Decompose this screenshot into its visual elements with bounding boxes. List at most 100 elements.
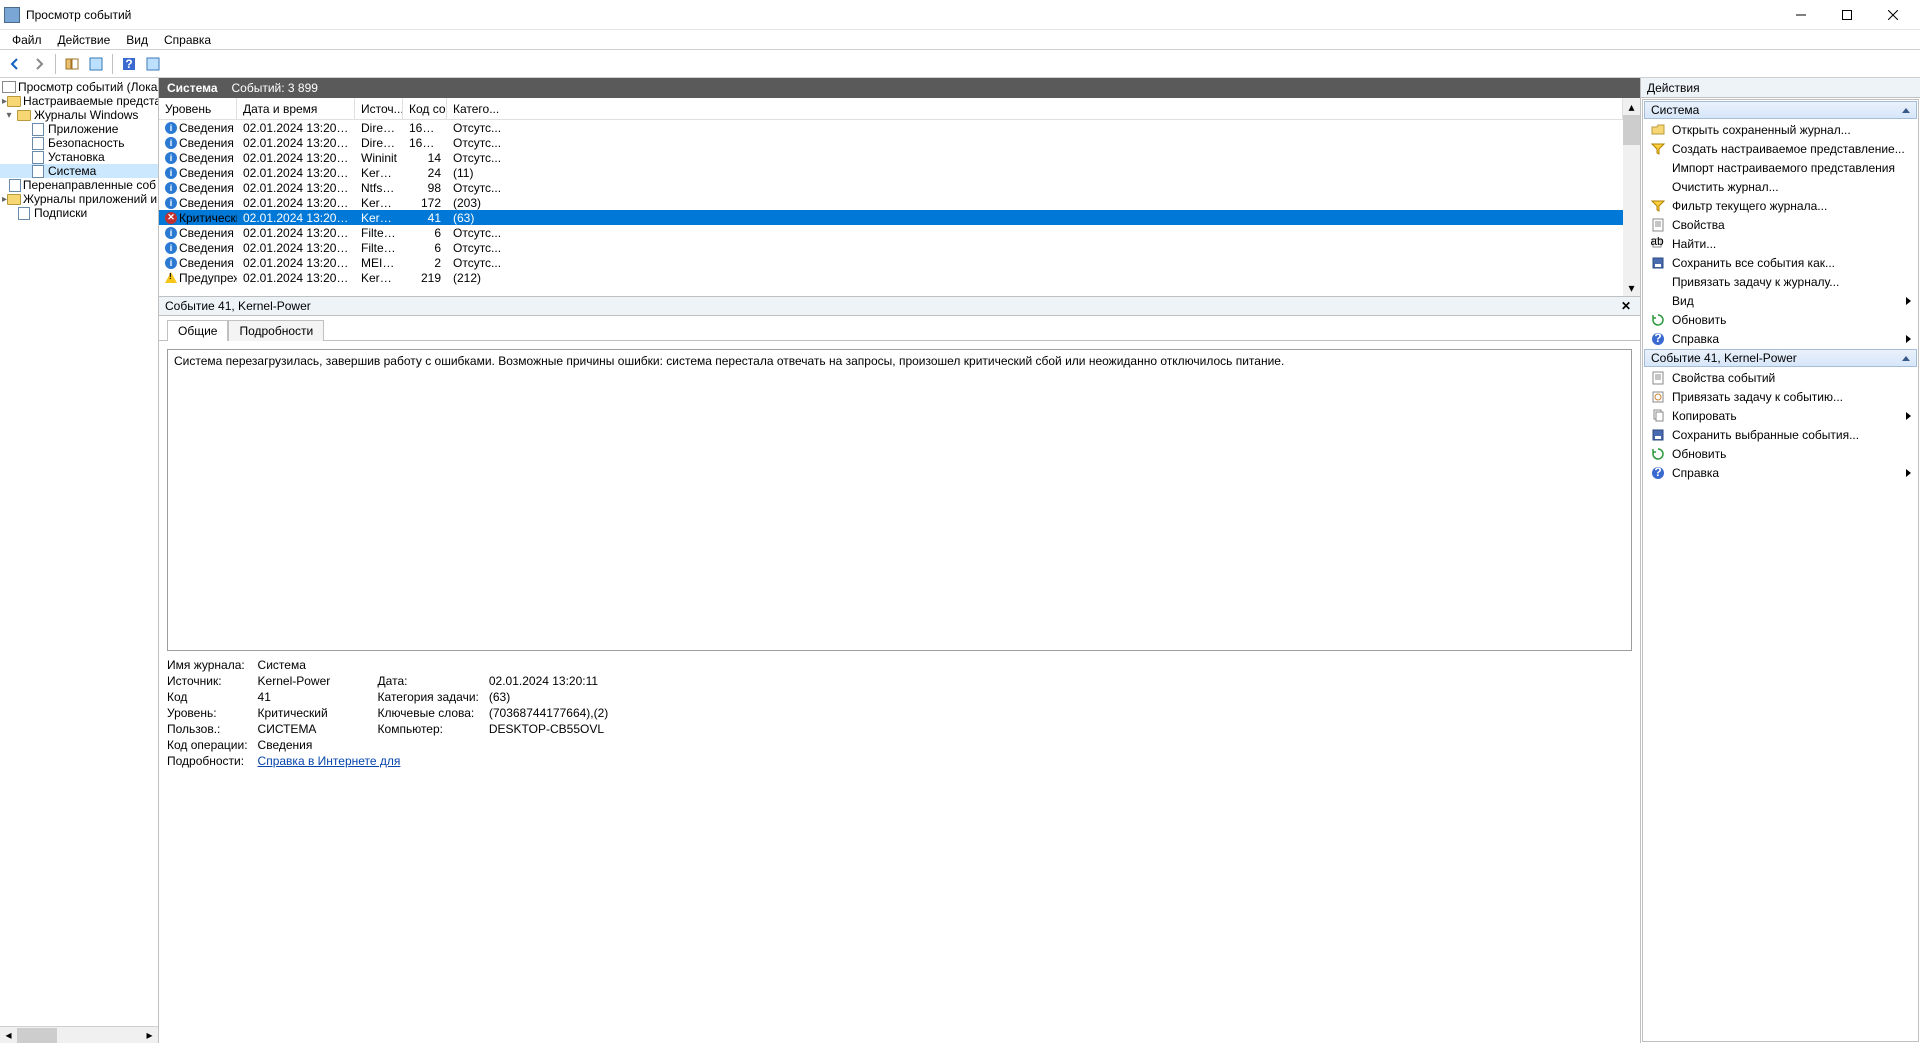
action-item[interactable]: Сохранить все события как... xyxy=(1644,253,1917,272)
action-item[interactable]: ?Справка xyxy=(1644,329,1917,348)
action-item[interactable]: Фильтр текущего журнала... xyxy=(1644,196,1917,215)
menu-file[interactable]: Файл xyxy=(4,31,50,49)
tab-general[interactable]: Общие xyxy=(167,320,228,341)
cell-level: iСведения xyxy=(159,226,237,240)
scroll-up-arrow[interactable]: ▴ xyxy=(1623,98,1640,115)
col-level[interactable]: Уровень xyxy=(159,98,237,119)
action-item[interactable]: ?Справка xyxy=(1644,463,1917,482)
detail-close-button[interactable]: ✕ xyxy=(1618,298,1634,314)
action-item[interactable]: Свойства событий xyxy=(1644,368,1917,387)
maximize-button[interactable] xyxy=(1824,0,1870,30)
action-label: Свойства событий xyxy=(1672,371,1911,385)
col-datetime[interactable]: Дата и время xyxy=(237,98,355,119)
event-row[interactable]: iСведения02.01.2024 13:20:10FilterM...6О… xyxy=(159,240,1623,255)
action-label: Свойства xyxy=(1672,218,1911,232)
find-icon: ab xyxy=(1650,236,1666,252)
cell-category: Отсутс... xyxy=(447,121,1623,135)
col-category[interactable]: Катего... xyxy=(447,98,1623,119)
navigation-tree[interactable]: Просмотр событий (Локальный) ▸Настраивае… xyxy=(0,78,158,1026)
action-item[interactable]: Привязать задачу к событию... xyxy=(1644,387,1917,406)
show-hide-tree-button[interactable] xyxy=(61,53,83,75)
action-label: Привязать задачу к событию... xyxy=(1672,390,1911,404)
tree-horizontal-scrollbar[interactable]: ◂ ▸ xyxy=(0,1026,158,1043)
scroll-left-arrow[interactable]: ◂ xyxy=(0,1028,17,1043)
action-item[interactable]: Очистить журнал... xyxy=(1644,177,1917,196)
action-item[interactable]: Создать настраиваемое представление... xyxy=(1644,139,1917,158)
tree-root[interactable]: Просмотр событий (Локальный) xyxy=(0,80,158,94)
event-row[interactable]: iСведения02.01.2024 13:20:13Directo...16… xyxy=(159,120,1623,135)
col-source[interactable]: Источ... xyxy=(355,98,403,119)
tree-item-security[interactable]: Безопасность xyxy=(0,136,158,150)
tree-custom-views[interactable]: ▸Настраиваемые представле xyxy=(0,94,158,108)
menu-help[interactable]: Справка xyxy=(156,31,219,49)
action-item[interactable]: Обновить xyxy=(1644,444,1917,463)
action-item[interactable]: Привязать задачу к журналу... xyxy=(1644,272,1917,291)
action-item[interactable]: Обновить xyxy=(1644,310,1917,329)
toolbar-button-6[interactable] xyxy=(142,53,164,75)
prop-id: 41 xyxy=(258,689,378,705)
tree-item-app[interactable]: Приложение xyxy=(0,122,158,136)
list-header-count: Событий: 3 899 xyxy=(232,81,318,95)
action-item[interactable]: Импорт настраиваемого представления xyxy=(1644,158,1917,177)
tree-app-services[interactable]: ▸Журналы приложений и сл xyxy=(0,192,158,206)
event-row[interactable]: iСведения02.01.2024 13:20:13Wininit14Отс… xyxy=(159,150,1623,165)
online-help-link[interactable]: Справка в Интернете для xyxy=(258,754,401,768)
list-vertical-scrollbar[interactable]: ▴ ▾ xyxy=(1623,98,1640,296)
scroll-thumb[interactable] xyxy=(1623,115,1640,145)
cell-datetime: 02.01.2024 13:20:11 xyxy=(237,166,355,180)
tree-item-system[interactable]: Система xyxy=(0,164,158,178)
action-item[interactable]: Открыть сохраненный журнал... xyxy=(1644,120,1917,139)
tree-windows-logs[interactable]: ▾Журналы Windows xyxy=(0,108,158,122)
column-headers[interactable]: Уровень Дата и время Источ... Код со... … xyxy=(159,98,1623,120)
info-icon: i xyxy=(165,226,177,240)
event-row[interactable]: iСведения02.01.2024 13:20:11Kernel-...24… xyxy=(159,165,1623,180)
event-list[interactable]: Уровень Дата и время Источ... Код со... … xyxy=(159,98,1623,296)
info-icon: i xyxy=(165,196,177,210)
scroll-down-arrow[interactable]: ▾ xyxy=(1623,279,1640,296)
help-button[interactable]: ? xyxy=(118,53,140,75)
event-row[interactable]: iСведения02.01.2024 13:20:11Ntfs (...98О… xyxy=(159,180,1623,195)
action-item[interactable]: Сохранить выбранные события... xyxy=(1644,425,1917,444)
tree-label: Настраиваемые представле xyxy=(23,94,158,108)
cell-category: Отсутс... xyxy=(447,136,1623,150)
actions-section-event[interactable]: Событие 41, Kernel-Power xyxy=(1644,349,1917,367)
tree-item-setup[interactable]: Установка xyxy=(0,150,158,164)
action-item[interactable]: Свойства xyxy=(1644,215,1917,234)
menu-action[interactable]: Действие xyxy=(50,31,119,49)
event-row[interactable]: iСведения02.01.2024 13:20:10FilterM...6О… xyxy=(159,225,1623,240)
actions-section-label: Система xyxy=(1651,103,1699,117)
event-row[interactable]: Предупреж...02.01.2024 13:20:09Kernel-..… xyxy=(159,270,1623,285)
menu-bar: Файл Действие Вид Справка xyxy=(0,30,1920,50)
task-icon xyxy=(1650,389,1666,405)
cell-source: MEIx64 xyxy=(355,256,403,270)
event-row[interactable]: iСведения02.01.2024 13:20:09MEIx642Отсут… xyxy=(159,255,1623,270)
info-icon: i xyxy=(165,166,177,180)
app-icon xyxy=(4,7,20,23)
tree-subscriptions[interactable]: Подписки xyxy=(0,206,158,220)
col-eventid[interactable]: Код со... xyxy=(403,98,447,119)
help-icon: ? xyxy=(1650,331,1666,347)
event-row[interactable]: ✕Критический02.01.2024 13:20:11Kernel-..… xyxy=(159,210,1623,225)
action-label: Копировать xyxy=(1672,409,1906,423)
tree-label: Установка xyxy=(48,150,105,164)
action-item[interactable]: Копировать xyxy=(1644,406,1917,425)
toolbar-button-4[interactable] xyxy=(85,53,107,75)
action-label: Сохранить выбранные события... xyxy=(1672,428,1911,442)
menu-view[interactable]: Вид xyxy=(118,31,156,49)
prop-computer: DESKTOP-CB55OVL xyxy=(489,721,618,737)
forward-button[interactable] xyxy=(28,53,50,75)
cell-source: Kernel-... xyxy=(355,271,403,285)
back-button[interactable] xyxy=(4,53,26,75)
minimize-button[interactable] xyxy=(1778,0,1824,30)
event-row[interactable]: iСведения02.01.2024 13:20:11Kernel-...17… xyxy=(159,195,1623,210)
tree-item-forwarded[interactable]: Перенаправленные соб xyxy=(0,178,158,192)
action-item[interactable]: Вид xyxy=(1644,291,1917,310)
close-button[interactable] xyxy=(1870,0,1916,30)
actions-section-system[interactable]: Система xyxy=(1644,101,1917,119)
action-item[interactable]: abНайти... xyxy=(1644,234,1917,253)
scroll-right-arrow[interactable]: ▸ xyxy=(141,1028,158,1043)
tab-details[interactable]: Подробности xyxy=(228,320,324,341)
scroll-thumb[interactable] xyxy=(17,1028,57,1043)
action-label: Обновить xyxy=(1672,447,1911,461)
event-row[interactable]: iСведения02.01.2024 13:20:13Directo...16… xyxy=(159,135,1623,150)
